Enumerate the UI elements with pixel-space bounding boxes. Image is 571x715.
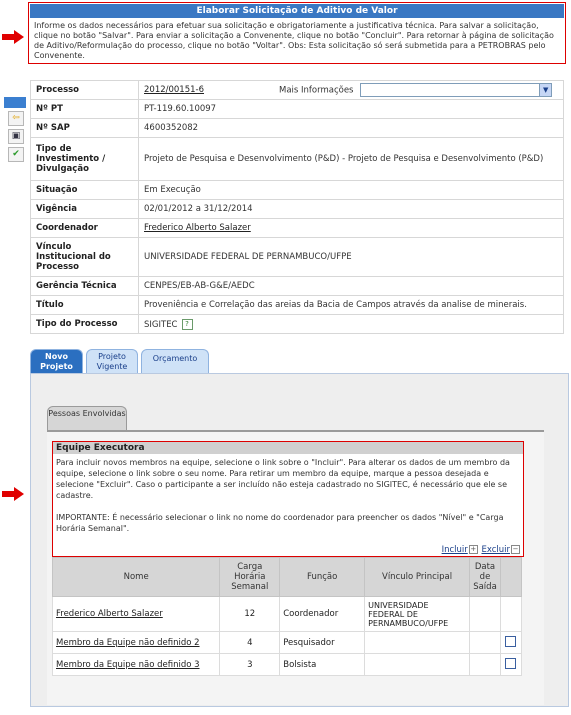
member-vinculo — [364, 653, 470, 676]
member-select-cell — [499, 596, 523, 632]
col-vinculo: Vínculo Principal — [364, 557, 470, 597]
minus-box-icon[interactable]: − — [511, 545, 520, 554]
col-carga: Carga Horária Semanal — [219, 557, 281, 597]
member-checkbox[interactable] — [505, 635, 517, 647]
member-name-link[interactable]: Membro da Equipe não definido 3 — [56, 660, 200, 670]
pt-label: Nº PT — [30, 99, 139, 119]
table-row: Frederico Alberto Salazer 12 Coordenador… — [51, 596, 523, 632]
member-name-link[interactable]: Membro da Equipe não definido 2 — [56, 638, 200, 648]
equipe-title: Equipe Executora — [53, 442, 523, 454]
tipo-investimento-label: Tipo de Investimento / Divulgação — [30, 137, 139, 181]
mais-info-select[interactable]: ▼ — [360, 83, 553, 97]
coordenador-link[interactable]: Frederico Alberto Salazer — [144, 223, 251, 233]
plus-box-icon[interactable]: + — [468, 545, 478, 554]
equipe-important-note: IMPORTANTE: É necessário selecionar o li… — [56, 513, 504, 533]
vinculo-label: Vínculo Institucional do Processo — [30, 237, 139, 277]
instructions-panel: Elaborar Solicitação de Aditivo de Valor… — [28, 2, 566, 64]
member-vinculo — [364, 631, 470, 654]
help-icon[interactable]: ? — [181, 318, 193, 330]
table-row: Membro da Equipe não definido 2 4 Pesqui… — [51, 631, 523, 654]
incluir-link[interactable]: Incluir — [442, 545, 468, 555]
tipo-investimento-value: Projeto de Pesquisa e Desenvolvimento (P… — [138, 137, 564, 181]
toolbar-header — [4, 97, 26, 108]
tipo-processo-value: SIGITEC — [144, 319, 178, 330]
check-icon: ✔ — [12, 149, 20, 159]
save-button[interactable]: ▣ — [8, 129, 24, 144]
red-arrow-icon — [2, 30, 24, 44]
tab-pessoas-envolvidas[interactable]: Pessoas Envolvidas — [47, 406, 127, 430]
excluir-link[interactable]: Excluir — [481, 545, 510, 555]
titulo-label: Título — [30, 295, 139, 315]
titulo-value: Proveniência e Correlação das areias da … — [138, 295, 564, 315]
tab-novo-projeto[interactable]: Novo Projeto — [30, 349, 83, 373]
vigencia-label: Vigência — [30, 199, 139, 219]
gerencia-value: CENPES/EB-AB-G&E/AEDC — [138, 276, 564, 296]
vigencia-value: 02/01/2012 a 31/12/2014 — [138, 199, 564, 219]
tipo-processo-label: Tipo do Processo — [30, 314, 139, 334]
processo-label: Processo — [30, 80, 139, 100]
member-name-link[interactable]: Frederico Alberto Salazer — [56, 609, 163, 619]
member-carga: 12 — [219, 596, 281, 632]
sap-label: Nº SAP — [30, 118, 139, 138]
member-funcao: Coordenador — [279, 596, 366, 632]
member-vinculo: UNIVERSIDADE FEDERAL DE PERNAMBUCO/UFPE — [364, 596, 470, 632]
gerencia-label: Gerência Técnica — [30, 276, 139, 296]
back-button[interactable]: ⇦ — [8, 111, 24, 126]
subtab-divider — [47, 430, 544, 432]
equipe-executora-panel: Equipe Executora Para incluir novos memb… — [52, 441, 524, 557]
situacao-label: Situação — [30, 180, 139, 200]
member-saida — [469, 596, 501, 632]
page-title: Elaborar Solicitação de Aditivo de Valor — [30, 4, 564, 18]
member-saida — [469, 653, 501, 676]
sap-value: 4600352082 — [138, 118, 564, 138]
instructions-text: Informe os dados necessários para efetua… — [34, 21, 554, 60]
back-arrow-icon: ⇦ — [12, 113, 20, 123]
tab-orcamento[interactable]: Orçamento — [141, 349, 209, 373]
save-icon: ▣ — [11, 131, 21, 141]
members-table: Nome Carga Horária Semanal Função Víncul… — [51, 557, 523, 676]
member-saida — [469, 631, 501, 654]
mais-info-label: Mais Informações — [279, 85, 354, 96]
tab-projeto-vigente[interactable]: Projeto Vigente — [86, 349, 138, 373]
vinculo-value: UNIVERSIDADE FEDERAL DE PERNAMBUCO/UFPE — [138, 237, 564, 277]
col-nome: Nome — [51, 557, 221, 597]
col-funcao: Função — [279, 557, 366, 597]
member-funcao: Bolsista — [279, 653, 366, 676]
action-toolbar: ⇦ ▣ ✔ — [4, 97, 26, 167]
table-row: Membro da Equipe não definido 3 3 Bolsis… — [51, 653, 523, 676]
member-carga: 3 — [219, 653, 281, 676]
col-select — [499, 557, 523, 597]
situacao-value: Em Execução — [138, 180, 564, 200]
conclude-button[interactable]: ✔ — [8, 147, 24, 162]
chevron-down-icon[interactable]: ▼ — [539, 84, 552, 96]
process-info-table: Processo 2012/00151-6 Mais Informações ▼… — [30, 80, 564, 334]
red-arrow-icon — [2, 487, 24, 501]
member-checkbox[interactable] — [505, 657, 517, 669]
equipe-actions: Incluir + Excluir − — [442, 545, 521, 555]
pt-value: PT-119.60.10097 — [138, 99, 564, 119]
col-data-saida: Data de Saída — [469, 557, 501, 597]
member-funcao: Pesquisador — [279, 631, 366, 654]
member-carga: 4 — [219, 631, 281, 654]
coordenador-label: Coordenador — [30, 218, 139, 238]
equipe-instructions: Para incluir novos membros na equipe, se… — [56, 458, 510, 500]
processo-link[interactable]: 2012/00151-6 — [144, 85, 204, 95]
